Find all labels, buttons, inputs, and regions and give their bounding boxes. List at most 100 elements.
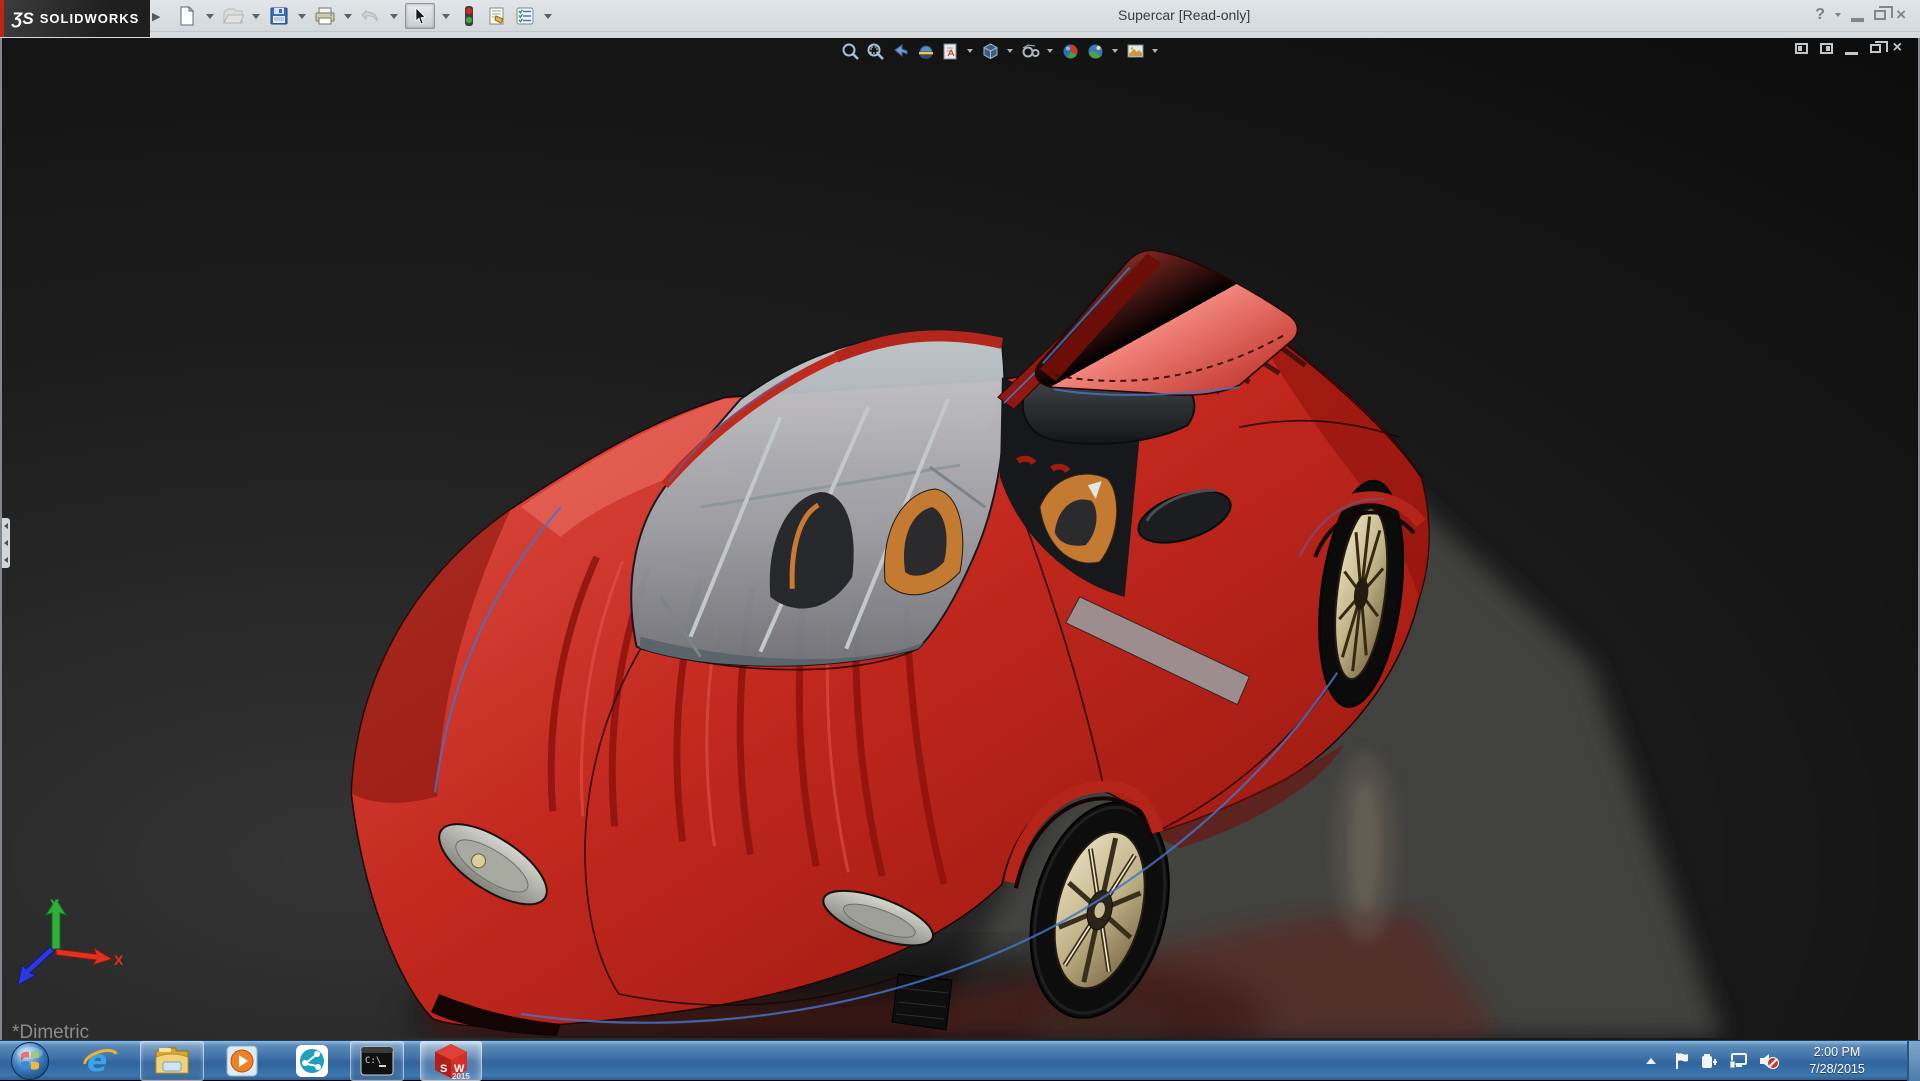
view-orientation-icon[interactable] bbox=[980, 41, 1000, 61]
display-style-icon[interactable] bbox=[1020, 41, 1040, 61]
close-icon[interactable]: × bbox=[1896, 8, 1906, 22]
save-dropdown[interactable] bbox=[298, 14, 306, 19]
taskbar-file-explorer[interactable] bbox=[140, 1041, 204, 1081]
x-axis-arrow bbox=[56, 948, 112, 965]
logo-red-accent bbox=[0, 0, 4, 37]
taskbar-internet-explorer[interactable]: e bbox=[76, 1041, 124, 1081]
view-orientation-dropdown[interactable] bbox=[1007, 49, 1013, 53]
document-window-controls: × bbox=[1795, 41, 1902, 55]
minimize-icon[interactable] bbox=[1851, 18, 1864, 22]
window-controls: ? × bbox=[1815, 6, 1906, 24]
logo-mark: ƷS bbox=[12, 9, 34, 29]
y-axis-label: Y bbox=[50, 897, 60, 912]
print-button[interactable] bbox=[313, 4, 337, 28]
select-tool-button[interactable] bbox=[405, 3, 435, 29]
title-bar: Supercar [Read-only] ? × bbox=[0, 0, 1920, 32]
command-prompt-icon: C:\ bbox=[359, 1045, 395, 1077]
undo-dropdown[interactable] bbox=[390, 14, 398, 19]
share-app-icon bbox=[293, 1042, 331, 1080]
options-dropdown[interactable] bbox=[544, 14, 552, 19]
undo-icon bbox=[360, 6, 382, 26]
zoom-to-area-icon[interactable] bbox=[865, 41, 885, 61]
internet-explorer-icon: e bbox=[81, 1042, 119, 1080]
doc-minimize-icon[interactable] bbox=[1845, 52, 1858, 55]
graphics-viewport[interactable]: × Y X *Dimetric bbox=[0, 38, 1920, 1040]
restore-icon[interactable] bbox=[1874, 10, 1886, 20]
taskbar-share-app[interactable] bbox=[288, 1041, 336, 1081]
display-style-dropdown[interactable] bbox=[1047, 49, 1053, 53]
apply-scene-icon[interactable] bbox=[1085, 41, 1105, 61]
feature-tree-splitter[interactable] bbox=[2, 518, 10, 568]
collapse-arrow-icon bbox=[4, 557, 8, 563]
action-center-flag-icon[interactable] bbox=[1670, 1041, 1694, 1081]
open-button[interactable] bbox=[221, 4, 245, 28]
solidworks-window: Supercar [Read-only] ? × ƷS SOLIDWORKS ▶ bbox=[0, 0, 1920, 1080]
section-view-icon[interactable] bbox=[915, 41, 935, 61]
select-cursor-icon bbox=[412, 7, 428, 25]
doc-close-icon[interactable]: × bbox=[1893, 41, 1902, 55]
open-icon bbox=[222, 6, 244, 26]
headsup-view-toolbar bbox=[840, 39, 1160, 63]
pane-toggle-right-icon[interactable] bbox=[1820, 43, 1833, 54]
view-orientation-label: *Dimetric bbox=[12, 1022, 89, 1040]
new-document-icon bbox=[177, 6, 197, 26]
x-axis-label: X bbox=[114, 952, 124, 968]
file-properties-icon bbox=[487, 6, 507, 26]
show-desktop-button[interactable] bbox=[1907, 1041, 1920, 1081]
view-settings-dropdown[interactable] bbox=[1152, 49, 1158, 53]
annotation-views-icon[interactable] bbox=[940, 41, 960, 61]
rebuild-button[interactable] bbox=[457, 4, 481, 28]
help-icon[interactable]: ? bbox=[1815, 6, 1825, 24]
show-hidden-icons-button[interactable] bbox=[1640, 1041, 1662, 1081]
previous-view-icon[interactable] bbox=[890, 41, 910, 61]
svg-text:S: S bbox=[440, 1063, 447, 1075]
file-properties-button[interactable] bbox=[485, 4, 509, 28]
menu-flyout-arrow-icon[interactable]: ▶ bbox=[152, 10, 160, 23]
save-button[interactable] bbox=[267, 4, 291, 28]
help-dropdown[interactable] bbox=[1835, 13, 1841, 17]
windows-taskbar: e bbox=[0, 1040, 1920, 1080]
doc-restore-icon[interactable] bbox=[1870, 44, 1881, 53]
reference-triad: Y X bbox=[8, 897, 128, 1002]
cmd-label: C:\ bbox=[365, 1056, 381, 1066]
window-title: Supercar [Read-only] bbox=[1118, 7, 1250, 23]
options-button[interactable] bbox=[513, 4, 537, 28]
edit-appearance-icon[interactable] bbox=[1060, 41, 1080, 61]
view-settings-icon[interactable] bbox=[1125, 41, 1145, 61]
apply-scene-dropdown[interactable] bbox=[1112, 49, 1118, 53]
z-axis-arrow bbox=[18, 947, 54, 985]
zoom-to-fit-icon[interactable] bbox=[840, 41, 860, 61]
new-document-dropdown[interactable] bbox=[206, 14, 214, 19]
start-button[interactable] bbox=[6, 1041, 54, 1081]
pane-toggle-left-icon[interactable] bbox=[1795, 43, 1808, 54]
taskbar-media-player[interactable] bbox=[218, 1041, 266, 1081]
main-toolbar bbox=[175, 2, 555, 30]
volume-muted-icon[interactable] bbox=[1756, 1041, 1782, 1081]
solidworks-icon: S W 2015 bbox=[431, 1042, 471, 1080]
undo-button[interactable] bbox=[359, 4, 383, 28]
taskbar-solidworks[interactable]: S W 2015 bbox=[420, 1041, 482, 1081]
print-dropdown[interactable] bbox=[344, 14, 352, 19]
options-icon bbox=[515, 6, 535, 26]
print-icon bbox=[314, 6, 336, 26]
taskbar-command-prompt[interactable]: C:\ bbox=[350, 1041, 404, 1081]
rebuild-traffic-light-icon bbox=[462, 5, 476, 27]
save-icon bbox=[269, 6, 289, 26]
tray-clock[interactable]: 2:00 PM 7/28/2015 bbox=[1782, 1044, 1892, 1078]
collapse-arrow-icon bbox=[4, 523, 8, 529]
new-document-button[interactable] bbox=[175, 4, 199, 28]
media-player-icon bbox=[223, 1042, 261, 1080]
tray-time: 2:00 PM bbox=[1782, 1044, 1892, 1061]
network-icon[interactable] bbox=[1726, 1041, 1752, 1081]
annotation-views-dropdown[interactable] bbox=[967, 49, 973, 53]
svg-text:e: e bbox=[87, 1044, 107, 1079]
select-tool-dropdown[interactable] bbox=[442, 14, 450, 19]
tray-date: 7/28/2015 bbox=[1782, 1061, 1892, 1078]
open-dropdown[interactable] bbox=[252, 14, 260, 19]
file-explorer-icon bbox=[153, 1043, 191, 1079]
solidworks-logo[interactable]: ƷS SOLIDWORKS bbox=[0, 0, 150, 37]
collapse-arrow-icon bbox=[4, 540, 8, 546]
car-3d-scene bbox=[2, 38, 1918, 1038]
power-plug-icon[interactable] bbox=[1698, 1041, 1722, 1081]
sw-year: 2015 bbox=[452, 1072, 470, 1080]
